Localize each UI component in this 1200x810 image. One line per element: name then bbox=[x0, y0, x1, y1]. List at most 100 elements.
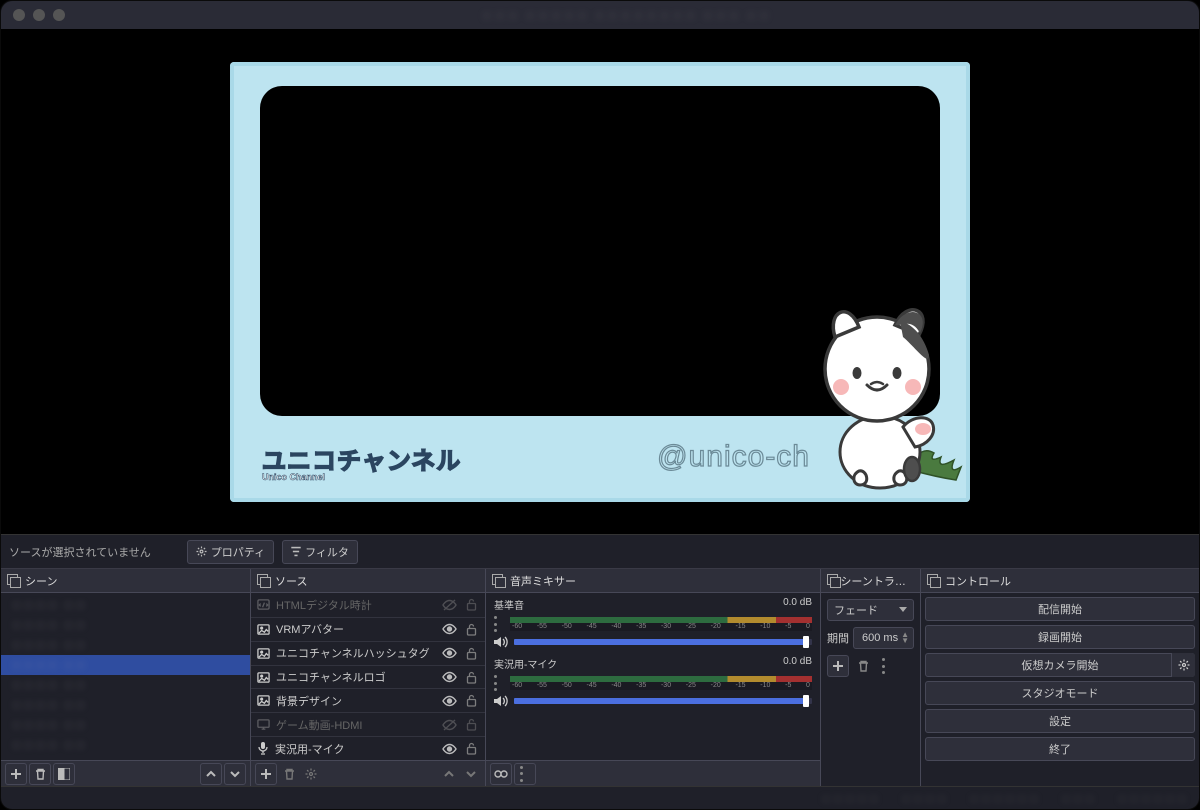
vu-meter: -60-55-50-45-40-35-30-25-20-15-10-50 bbox=[510, 676, 812, 690]
sources-list[interactable]: HTMLデジタル時計 VRMアバターユニコチャンネルハッシュタグユニコチャンネルロ… bbox=[251, 593, 485, 760]
add-source-button[interactable] bbox=[255, 763, 277, 785]
channel-name: 実況用-マイク bbox=[494, 656, 557, 671]
scene-item[interactable]: ・・・・ ・・ bbox=[1, 675, 250, 695]
image-icon bbox=[257, 671, 270, 684]
lock-toggle[interactable] bbox=[463, 598, 479, 611]
transition-select[interactable]: フェード bbox=[827, 599, 914, 621]
window-title: ・・・ ・・・・・ ・・・・・・・・ ・・・ ・・ bbox=[481, 9, 771, 23]
cat-mascot-graphic bbox=[815, 297, 960, 492]
scene-item[interactable]: ・・・・ ・・ bbox=[1, 715, 250, 735]
properties-button[interactable]: プロパティ bbox=[187, 540, 274, 564]
scenes-panel: シーン ・・・・ ・・・・・・ ・・・・・・ ・・・・・・ ・・・・・・ ・・・… bbox=[1, 569, 251, 786]
panel-icon bbox=[492, 574, 506, 588]
control-button[interactable]: 録画開始 bbox=[925, 625, 1195, 649]
lock-toggle[interactable] bbox=[463, 694, 479, 707]
channel-menu[interactable] bbox=[494, 675, 504, 691]
control-button[interactable]: 配信開始 bbox=[925, 597, 1195, 621]
control-button[interactable]: スタジオモード bbox=[925, 681, 1195, 705]
source-label: ユニコチャンネルハッシュタグ bbox=[276, 645, 435, 661]
duration-input[interactable]: 600 ms ▲▼ bbox=[853, 627, 914, 649]
channel-name: 基準音 bbox=[494, 597, 524, 612]
mic-icon bbox=[257, 742, 269, 755]
add-transition-button[interactable] bbox=[827, 655, 849, 677]
no-selection-label: ソースが選択されていません bbox=[9, 544, 151, 560]
app-window: ・・・ ・・・・・ ・・・・・・・・ ・・・ ・・ bbox=[0, 0, 1200, 810]
scene-item[interactable]: ・・・・ ・・ bbox=[1, 635, 250, 655]
preview-area[interactable]: ユニコチャンネル Unico Channel @unico-ch bbox=[1, 29, 1199, 535]
scene-up-button[interactable] bbox=[200, 763, 222, 785]
scenes-list[interactable]: ・・・・ ・・・・・・ ・・・・・・ ・・・・・・ ・・・・・・ ・・・・・・ … bbox=[1, 593, 250, 760]
lock-toggle[interactable] bbox=[463, 718, 479, 731]
image-icon bbox=[257, 694, 270, 707]
display-icon bbox=[257, 718, 270, 731]
panels-row: シーン ・・・・ ・・・・・・ ・・・・・・ ・・・・・・ ・・・・・・ ・・・… bbox=[1, 569, 1199, 787]
visibility-toggle[interactable] bbox=[441, 623, 457, 635]
control-button[interactable]: 終了 bbox=[925, 737, 1195, 761]
scene-filter-button[interactable] bbox=[53, 763, 75, 785]
traffic-lights[interactable] bbox=[13, 9, 65, 21]
source-label: 実況用-マイク bbox=[275, 741, 435, 757]
source-label: VRMアバター bbox=[276, 621, 435, 637]
visibility-toggle[interactable] bbox=[441, 719, 457, 731]
scene-down-button[interactable] bbox=[224, 763, 246, 785]
scene-item[interactable]: ・・・・ ・・ bbox=[1, 655, 250, 675]
source-label: ユニコチャンネルロゴ bbox=[276, 669, 435, 685]
channel-db: 0.0 dB bbox=[783, 597, 812, 612]
source-label: 背景デザイン bbox=[276, 693, 435, 709]
controls-panel: コントロール 配信開始録画開始仮想カメラ開始スタジオモード設定終了 bbox=[921, 569, 1199, 786]
scene-item[interactable]: ・・・・ ・・ bbox=[1, 695, 250, 715]
lock-toggle[interactable] bbox=[463, 623, 479, 636]
volume-slider[interactable] bbox=[514, 639, 812, 645]
scene-item[interactable]: ・・・・ ・・ bbox=[1, 595, 250, 615]
source-item[interactable]: ゲーム動画-HDMI bbox=[251, 712, 485, 736]
transitions-panel: シーントランジション フェード 期間 600 ms ▲▼ bbox=[821, 569, 921, 786]
visibility-toggle[interactable] bbox=[441, 743, 457, 755]
transition-menu-button[interactable] bbox=[877, 655, 897, 677]
source-item[interactable]: 実況用-マイク bbox=[251, 736, 485, 760]
titlebar: ・・・ ・・・・・ ・・・・・・・・ ・・・ ・・ bbox=[1, 1, 1199, 29]
source-item[interactable]: HTMLデジタル時計 bbox=[251, 593, 485, 617]
panel-icon bbox=[257, 574, 271, 588]
source-settings-button[interactable] bbox=[301, 763, 321, 785]
scene-item[interactable]: ・・・・ ・・ bbox=[1, 615, 250, 635]
gear-icon[interactable] bbox=[1171, 653, 1195, 677]
channel-db: 0.0 dB bbox=[783, 656, 812, 671]
control-button[interactable]: 設定 bbox=[925, 709, 1195, 733]
spin-arrows[interactable]: ▲▼ bbox=[901, 632, 909, 644]
lock-toggle[interactable] bbox=[463, 671, 479, 684]
preview-canvas[interactable]: ユニコチャンネル Unico Channel @unico-ch bbox=[230, 62, 970, 502]
source-down-button[interactable] bbox=[461, 763, 481, 785]
visibility-toggle[interactable] bbox=[441, 695, 457, 707]
source-item[interactable]: VRMアバター bbox=[251, 617, 485, 641]
script-icon bbox=[257, 598, 270, 611]
filters-button[interactable]: フィルタ bbox=[282, 540, 358, 564]
source-item[interactable]: 背景デザイン bbox=[251, 688, 485, 712]
visibility-toggle[interactable] bbox=[441, 647, 457, 659]
mixer-list: 基準音 0.0 dB -60-55-50-45-40-35-30-25-20-15… bbox=[486, 593, 820, 760]
source-label: ゲーム動画-HDMI bbox=[276, 717, 435, 733]
visibility-toggle[interactable] bbox=[441, 599, 457, 611]
source-item[interactable]: ユニコチャンネルロゴ bbox=[251, 665, 485, 689]
delete-transition-button[interactable] bbox=[853, 655, 873, 677]
filter-icon bbox=[291, 546, 301, 557]
speaker-icon[interactable] bbox=[494, 636, 508, 648]
gear-icon bbox=[196, 546, 207, 557]
volume-slider[interactable] bbox=[514, 698, 812, 704]
mixer-advanced-button[interactable] bbox=[490, 763, 512, 785]
speaker-icon[interactable] bbox=[494, 695, 508, 707]
delete-scene-button[interactable] bbox=[29, 763, 51, 785]
visibility-toggle[interactable] bbox=[441, 671, 457, 683]
source-toolbar: ソースが選択されていません プロパティ フィルタ bbox=[1, 535, 1199, 569]
lock-toggle[interactable] bbox=[463, 647, 479, 660]
lock-toggle[interactable] bbox=[463, 742, 479, 755]
channel-logo: ユニコチャンネル Unico Channel bbox=[262, 441, 461, 482]
scene-item[interactable]: ・・・・ ・・ bbox=[1, 735, 250, 755]
mixer-menu-button[interactable] bbox=[514, 763, 536, 785]
panel-icon bbox=[827, 574, 836, 588]
source-item[interactable]: ユニコチャンネルハッシュタグ bbox=[251, 641, 485, 665]
add-scene-button[interactable] bbox=[5, 763, 27, 785]
control-button[interactable]: 仮想カメラ開始 bbox=[925, 653, 1195, 677]
delete-source-button[interactable] bbox=[279, 763, 299, 785]
channel-menu[interactable] bbox=[494, 616, 504, 632]
source-up-button[interactable] bbox=[439, 763, 459, 785]
